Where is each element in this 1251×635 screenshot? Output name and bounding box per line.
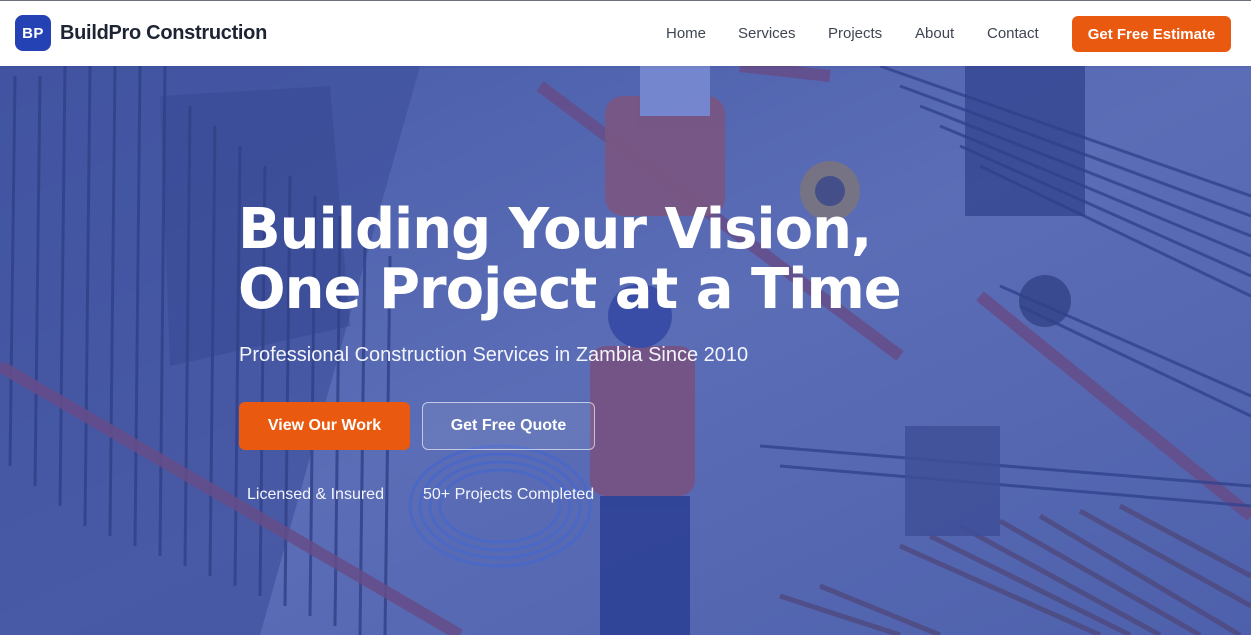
nav-about[interactable]: About — [915, 25, 954, 42]
hero-title-line-2: One Project at a Time — [238, 257, 902, 322]
brand-logo-link[interactable]: BP BuildPro Construction — [15, 15, 267, 51]
get-free-estimate-button[interactable]: Get Free Estimate — [1072, 16, 1231, 52]
get-free-quote-button[interactable]: Get Free Quote — [422, 402, 595, 450]
view-our-work-button[interactable]: View Our Work — [239, 402, 410, 450]
logo-icon: BP — [15, 15, 51, 51]
nav-projects[interactable]: Projects — [828, 25, 882, 42]
trust-badge-projects: 50+ Projects Completed — [423, 486, 595, 503]
nav-home[interactable]: Home — [666, 25, 706, 42]
brand-name: BuildPro Construction — [60, 21, 268, 44]
hero-section: Building Your Vision, One Project at a T… — [0, 66, 1251, 635]
trust-badge-licensed: Licensed & Insured — [247, 486, 384, 503]
hero-title: Building Your Vision, One Project at a T… — [238, 200, 998, 320]
nav-services[interactable]: Services — [738, 25, 796, 42]
hero-title-line-1: Building Your Vision, — [238, 197, 872, 262]
hero-subtitle: Professional Construction Services in Za… — [239, 344, 749, 366]
site-header: BP BuildPro Construction Home Services P… — [0, 0, 1251, 66]
nav-contact[interactable]: Contact — [987, 25, 1039, 42]
